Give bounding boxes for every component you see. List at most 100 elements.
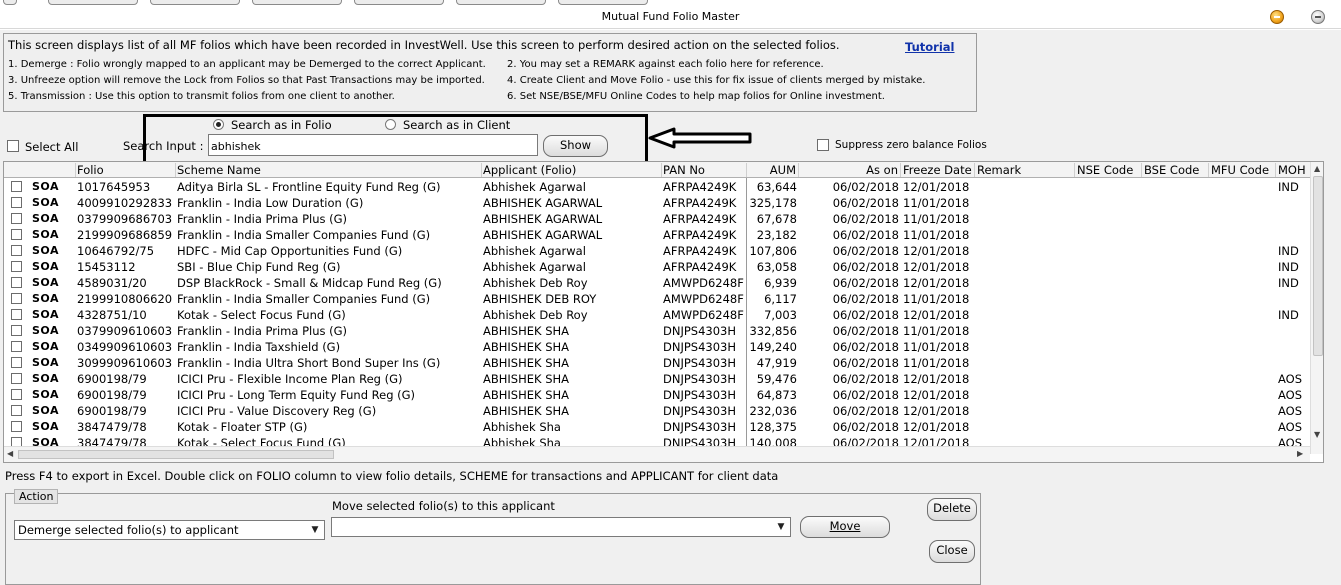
- action-select[interactable]: Demerge selected folio(s) to applicant ▼: [14, 520, 325, 540]
- row-checkbox[interactable]: [11, 421, 22, 432]
- cell-soa[interactable]: SOA: [32, 308, 72, 321]
- row-checkbox[interactable]: [11, 341, 22, 352]
- cell-soa[interactable]: SOA: [32, 212, 72, 225]
- cell-soa[interactable]: SOA: [32, 372, 72, 385]
- table-row[interactable]: SOA 3099909610603 Franklin - India Ultra S…: [4, 355, 1310, 371]
- column-header-folio[interactable]: Folio: [76, 163, 176, 177]
- cell-folio[interactable]: 0379909610603: [77, 324, 175, 338]
- table-row[interactable]: SOA 6900198/79 ICICI Pru - Value Discovery…: [4, 403, 1310, 419]
- row-checkbox[interactable]: [11, 293, 22, 304]
- table-row[interactable]: SOA 10646792/75 HDFC - Mid Cap Opportuniti…: [4, 243, 1310, 259]
- cell-folio[interactable]: 6900198/79: [77, 372, 175, 386]
- cell-applicant[interactable]: Abhishek Agarwal: [483, 180, 661, 194]
- suppress-zero-checkbox[interactable]: [817, 139, 829, 151]
- cell-soa[interactable]: SOA: [32, 276, 72, 289]
- row-checkbox[interactable]: [11, 261, 22, 272]
- row-checkbox[interactable]: [11, 277, 22, 288]
- cell-scheme[interactable]: Kotak - Select Focus Fund (G): [177, 308, 481, 322]
- column-header-scheme[interactable]: Scheme Name: [176, 163, 482, 177]
- cell-folio[interactable]: 2199909686859: [77, 228, 175, 242]
- column-header-applicant[interactable]: Applicant (Folio): [482, 163, 662, 177]
- cell-soa[interactable]: SOA: [32, 292, 72, 305]
- cell-soa[interactable]: SOA: [32, 340, 72, 353]
- cell-scheme[interactable]: Franklin - India Low Duration (G): [177, 196, 481, 210]
- row-checkbox[interactable]: [11, 245, 22, 256]
- cell-applicant[interactable]: ABHISHEK AGARWAL: [483, 228, 661, 242]
- cell-applicant[interactable]: Abhishek Sha: [483, 420, 661, 434]
- cell-applicant[interactable]: Abhishek Deb Roy: [483, 276, 661, 290]
- cell-folio[interactable]: 4009910292833: [77, 196, 175, 210]
- cell-soa[interactable]: SOA: [32, 404, 72, 417]
- table-row[interactable]: SOA 3847479/78 Kotak - Floater STP (G) Abhi…: [4, 419, 1310, 435]
- move-button[interactable]: Move: [800, 516, 890, 538]
- row-checkbox[interactable]: [11, 181, 22, 192]
- table-row[interactable]: SOA 0379909610603 Franklin - India Prima P…: [4, 323, 1310, 339]
- table-row[interactable]: SOA 2199909686859 Franklin - India Smaller…: [4, 227, 1310, 243]
- cell-applicant[interactable]: ABHISHEK SHA: [483, 340, 661, 354]
- cell-folio[interactable]: 15453112: [77, 260, 175, 274]
- cell-applicant[interactable]: ABHISHEK DEB ROY: [483, 292, 661, 306]
- cell-scheme[interactable]: Aditya Birla SL - Frontline Equity Fund …: [177, 180, 481, 194]
- column-header-as-on[interactable]: As on: [799, 163, 901, 177]
- cell-scheme[interactable]: Franklin - India Taxshield (G): [177, 340, 481, 354]
- cell-folio[interactable]: 3099909610603: [77, 356, 175, 370]
- dropdown-arrow-icon[interactable]: ▼: [774, 519, 788, 535]
- row-checkbox[interactable]: [11, 213, 22, 224]
- close-button[interactable]: Close: [929, 540, 975, 563]
- column-header-freeze-date[interactable]: Freeze Date: [901, 163, 975, 177]
- cell-scheme[interactable]: Franklin - India Ultra Short Bond Super …: [177, 356, 481, 370]
- close-window-button[interactable]: [1311, 10, 1325, 24]
- table-row[interactable]: SOA 15453112 SBI - Blue Chip Fund Reg (G) A…: [4, 259, 1310, 275]
- table-row[interactable]: SOA 2199910806620 Franklin - India Smaller…: [4, 291, 1310, 307]
- tutorial-link[interactable]: Tutorial: [905, 40, 954, 54]
- scroll-left-icon[interactable]: ◀: [7, 449, 13, 458]
- vertical-scroll-thumb[interactable]: [1313, 176, 1323, 356]
- row-checkbox[interactable]: [11, 405, 22, 416]
- cell-applicant[interactable]: ABHISHEK SHA: [483, 372, 661, 386]
- row-checkbox[interactable]: [11, 373, 22, 384]
- cell-folio[interactable]: 1017645953: [77, 180, 175, 194]
- cell-scheme[interactable]: Franklin - India Smaller Companies Fund …: [177, 228, 481, 242]
- cell-folio[interactable]: 6900198/79: [77, 404, 175, 418]
- scroll-right-icon[interactable]: ▶: [1297, 449, 1303, 458]
- horizontal-scroll-thumb[interactable]: [18, 450, 334, 459]
- cell-scheme[interactable]: SBI - Blue Chip Fund Reg (G): [177, 260, 481, 274]
- column-header-mfu-code[interactable]: MFU Code: [1209, 163, 1276, 177]
- column-header-remark[interactable]: Remark: [975, 163, 1075, 177]
- table-row[interactable]: SOA 0349909610603 Franklin - India Taxshie…: [4, 339, 1310, 355]
- cell-scheme[interactable]: Franklin - India Smaller Companies Fund …: [177, 292, 481, 306]
- cell-scheme[interactable]: ICICI Pru - Long Term Equity Fund Reg (G…: [177, 388, 481, 402]
- row-checkbox[interactable]: [11, 389, 22, 400]
- column-header-nse-code[interactable]: NSE Code: [1075, 163, 1142, 177]
- cell-folio[interactable]: 10646792/75: [77, 244, 175, 258]
- delete-button[interactable]: Delete: [927, 498, 977, 521]
- row-checkbox[interactable]: [11, 229, 22, 240]
- scroll-down-icon[interactable]: ▼: [1314, 430, 1320, 439]
- cell-folio[interactable]: 4589031/20: [77, 276, 175, 290]
- table-row[interactable]: SOA 4328751/10 Kotak - Select Focus Fund (…: [4, 307, 1310, 323]
- cell-scheme[interactable]: HDFC - Mid Cap Opportunities Fund (G): [177, 244, 481, 258]
- cell-soa[interactable]: SOA: [32, 356, 72, 369]
- cell-applicant[interactable]: Abhishek Agarwal: [483, 244, 661, 258]
- cell-scheme[interactable]: Franklin - India Prima Plus (G): [177, 212, 481, 226]
- scroll-up-icon[interactable]: ▲: [1314, 164, 1320, 173]
- folio-grid[interactable]: Folio Scheme Name Applicant (Folio) PAN …: [3, 161, 1324, 463]
- cell-applicant[interactable]: Abhishek Deb Roy: [483, 308, 661, 322]
- table-row[interactable]: SOA 1017645953 Aditya Birla SL - Frontline…: [4, 179, 1310, 195]
- cell-applicant[interactable]: ABHISHEK AGARWAL: [483, 196, 661, 210]
- column-header-pan[interactable]: PAN No: [662, 163, 747, 177]
- cell-folio[interactable]: 0379909686703: [77, 212, 175, 226]
- cell-folio[interactable]: 3847479/78: [77, 420, 175, 434]
- cell-soa[interactable]: SOA: [32, 244, 72, 257]
- cell-soa[interactable]: SOA: [32, 388, 72, 401]
- applicant-select[interactable]: ▼: [331, 517, 791, 537]
- cell-soa[interactable]: SOA: [32, 228, 72, 241]
- row-checkbox[interactable]: [11, 309, 22, 320]
- table-row[interactable]: SOA 6900198/79 ICICI Pru - Flexible Income…: [4, 371, 1310, 387]
- horizontal-scrollbar[interactable]: ◀ ▶: [4, 446, 1310, 462]
- cell-applicant[interactable]: Abhishek Agarwal: [483, 260, 661, 274]
- table-row[interactable]: SOA 6900198/79 ICICI Pru - Long Term Equit…: [4, 387, 1310, 403]
- column-header-aum[interactable]: AUM: [747, 163, 799, 177]
- cell-applicant[interactable]: ABHISHEK SHA: [483, 356, 661, 370]
- cell-soa[interactable]: SOA: [32, 180, 72, 193]
